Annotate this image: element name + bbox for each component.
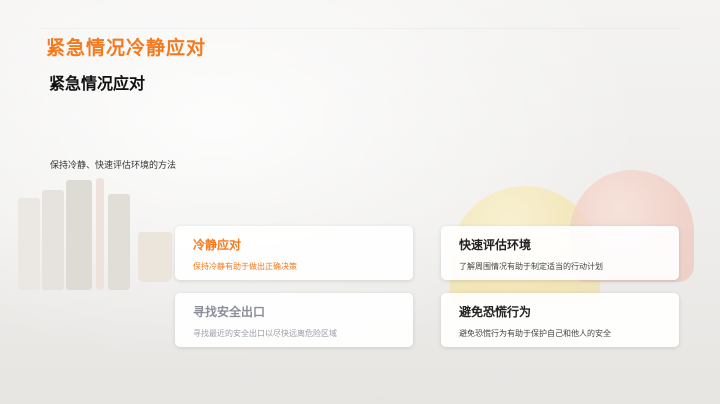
card-title: 冷静应对 (193, 238, 242, 252)
book (66, 180, 92, 290)
card-title: 快速评估环境 (459, 238, 532, 252)
card-stay-calm: 冷静应对 保持冷静有助于做出正确决策 (175, 226, 413, 280)
slide-description: 保持冷静、快速评估环境的方法 (50, 161, 177, 171)
card-find-exit: 寻找安全出口 寻找最近的安全出口以尽快远离危险区域 (175, 293, 413, 347)
card-text: 了解周围情况有助于制定适当的行动计划 (459, 262, 603, 271)
card-avoid-panic: 避免恐慌行为 避免恐慌行为有助于保护自己和他人的安全 (441, 293, 679, 347)
card-assess-environment: 快速评估环境 了解周围情况有助于制定适当的行动计划 (441, 226, 679, 280)
card-text: 保持冷静有助于做出正确决策 (193, 262, 297, 271)
book (42, 190, 64, 290)
card-text: 避免恐慌行为有助于保护自己和他人的安全 (459, 329, 611, 338)
card-title: 避免恐慌行为 (459, 305, 532, 319)
pencil-cup-decoration (138, 232, 172, 282)
slide-title: 紧急情况冷静应对 (46, 37, 207, 59)
slide-subtitle: 紧急情况应对 (49, 74, 146, 93)
book (108, 194, 130, 290)
card-title: 寻找安全出口 (193, 305, 266, 319)
book (96, 178, 104, 290)
chalkboard-frame (40, 28, 680, 29)
book (18, 198, 40, 290)
card-text: 寻找最近的安全出口以尽快远离危险区域 (193, 329, 337, 338)
